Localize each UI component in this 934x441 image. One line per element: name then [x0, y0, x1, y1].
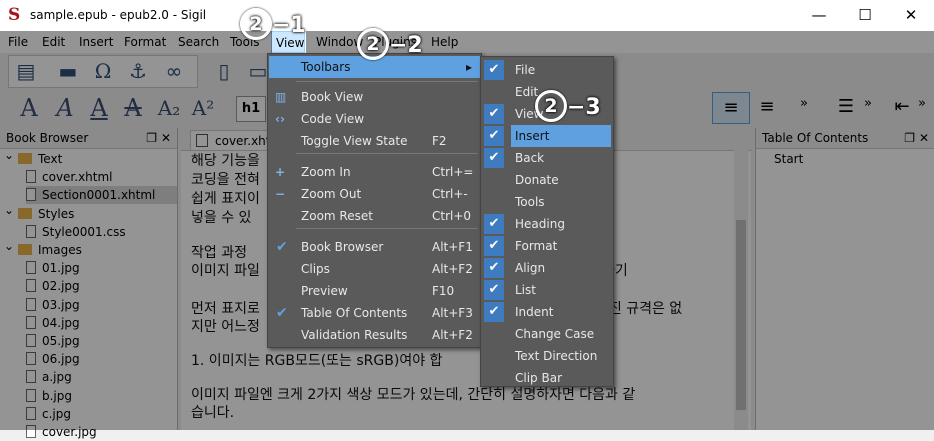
menu-item-shortcut: Alt+F2: [432, 262, 473, 276]
menu-item-shortcut: Alt+F2: [432, 328, 473, 342]
checkmark-icon: ✔: [484, 60, 504, 80]
toolbar-toggle-tools[interactable]: Tools: [515, 191, 610, 213]
menu-item-shortcut: F2: [432, 134, 447, 148]
checkmark-icon: ✔: [484, 236, 504, 256]
menu-item-shortcut: Alt+F3: [432, 306, 473, 320]
toolbar-toggle-file[interactable]: File: [515, 59, 610, 81]
sigil-logo-icon: S: [8, 5, 21, 25]
menu-item-label: Book View: [301, 90, 364, 104]
zoom-out-icon: −: [275, 187, 286, 201]
close-button[interactable]: ✕: [888, 0, 934, 31]
callout-step-2-1: 2 −1: [240, 8, 306, 40]
menu-item-toggle-view-state[interactable]: Toggle View State F2: [269, 130, 480, 152]
toolbar-toggle-heading[interactable]: Heading: [515, 213, 610, 235]
checkmark-icon: ✔: [484, 258, 504, 278]
submenu-arrow-icon: ▸: [465, 60, 472, 74]
menu-separator: [296, 81, 478, 82]
checkmark-icon: ✔: [484, 302, 504, 322]
view-menu-dropdown: Toolbars ▸ ▥ Book View ‹› Code View Toggle V…: [267, 53, 482, 348]
toolbar-toggle-format[interactable]: Format: [515, 235, 610, 257]
menu-item-table-of-contents[interactable]: ✔ Table Of Contents Alt+F3: [269, 302, 480, 324]
menu-item-code-view[interactable]: ‹› Code View: [269, 108, 480, 130]
toolbar-toggle-text-direction[interactable]: Text Direction: [515, 345, 610, 367]
checkmark-icon: ✔: [484, 148, 504, 168]
toolbar-toggle-back[interactable]: Back: [515, 147, 610, 169]
menu-item-label: Clips: [301, 262, 330, 276]
menu-item-label: Zoom Reset: [301, 209, 373, 223]
toolbar-toggle-donate[interactable]: Donate: [515, 169, 610, 191]
toolbar-toggle-align[interactable]: Align: [515, 257, 610, 279]
callout-step-2-3: 2 −3: [535, 90, 601, 122]
menu-item-label: Toggle View State: [301, 134, 408, 148]
toolbar-toggle-list[interactable]: List: [515, 279, 610, 301]
maximize-button[interactable]: ☐: [842, 0, 888, 31]
menu-item-zoom-reset[interactable]: Zoom Reset Ctrl+0: [269, 205, 480, 227]
menu-separator: [296, 228, 478, 229]
minimize-button[interactable]: —: [796, 0, 842, 31]
checkmark-icon: ✔: [484, 126, 504, 146]
menu-item-clips[interactable]: Clips Alt+F2: [269, 258, 480, 280]
menu-item-label: Zoom In: [301, 165, 351, 179]
toolbar-toggle-clip-bar[interactable]: Clip Bar: [515, 367, 610, 389]
toolbar-toggle-change-case[interactable]: Change Case: [515, 323, 610, 345]
menu-item-shortcut: Alt+F1: [432, 240, 473, 254]
toolbar-toggle-indent[interactable]: Indent: [515, 301, 610, 323]
menu-item-label: Validation Results: [301, 328, 408, 342]
menu-item-book-browser[interactable]: ✔ Book Browser Alt+F1: [269, 236, 480, 258]
callout-step-2-2: 2 −2: [357, 28, 423, 60]
menu-item-label: Preview: [301, 284, 348, 298]
checkmark-icon: ✔: [484, 280, 504, 300]
menu-item-validation-results[interactable]: Validation Results Alt+F2: [269, 324, 480, 346]
menu-item-zoom-in[interactable]: + Zoom In Ctrl+=: [269, 161, 480, 183]
book-view-icon: ▥: [275, 90, 287, 104]
menu-item-shortcut: Ctrl+0: [432, 209, 472, 223]
menu-item-label: Zoom Out: [301, 187, 362, 201]
menu-item-book-view[interactable]: ▥ Book View: [269, 86, 480, 108]
toolbar-toggle-insert[interactable]: Insert: [515, 125, 610, 147]
checkmark-icon: ✔: [484, 214, 504, 234]
modal-dim-overlay-menubar-left: [0, 31, 272, 53]
checkmark-icon: ✔: [484, 104, 504, 124]
menu-item-label: Book Browser: [301, 240, 384, 254]
zoom-in-icon: +: [275, 165, 286, 179]
checkmark-icon: ✔: [276, 239, 288, 255]
menu-separator: [296, 153, 478, 154]
menu-item-shortcut: Ctrl+=: [432, 165, 474, 179]
checkmark-icon: ✔: [276, 305, 288, 321]
menu-item-preview[interactable]: Preview F10: [269, 280, 480, 302]
menu-item-zoom-out[interactable]: − Zoom Out Ctrl+-: [269, 183, 480, 205]
code-view-icon: ‹›: [275, 112, 285, 126]
menu-item-label: Table Of Contents: [301, 306, 408, 320]
menu-item-label: Code View: [301, 112, 365, 126]
menu-item-shortcut: F10: [432, 284, 455, 298]
menu-item-shortcut: Ctrl+-: [432, 187, 468, 201]
window-title: sample.epub - epub2.0 - Sigil: [30, 8, 207, 22]
